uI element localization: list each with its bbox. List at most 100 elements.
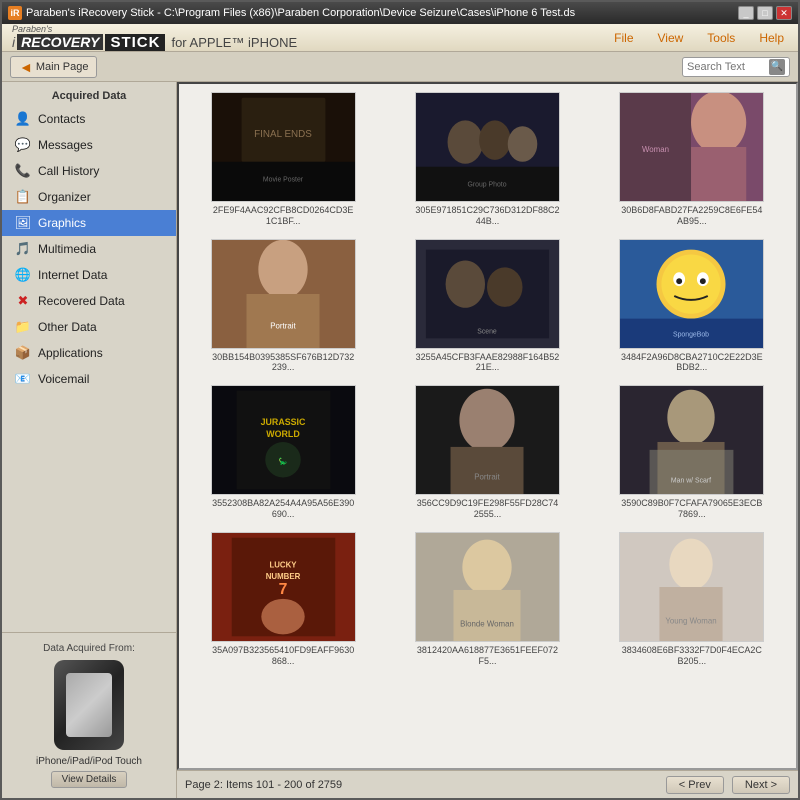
image-svg-11: Blonde Woman	[416, 532, 559, 642]
image-thumb-1[interactable]: FINAL ENDS Movie Poster	[211, 92, 356, 202]
svg-text:Portrait: Portrait	[474, 473, 500, 482]
svg-text:LUCKY: LUCKY	[269, 560, 297, 569]
back-label: Main Page	[36, 61, 89, 73]
search-box: 🔍	[682, 57, 790, 77]
sidebar-item-messages[interactable]: 💬 Messages	[2, 132, 176, 158]
image-thumb-8[interactable]: Portrait	[415, 385, 560, 495]
image-svg-6: SpongeBob	[620, 239, 763, 349]
image-filename-2: 305E971851C29C736D312DF88C244B...	[415, 205, 560, 227]
app-icon: iR	[8, 6, 22, 20]
image-cell-3: Woman 30B6D8FABD27FA2259C8E6FE54AB95...	[596, 92, 788, 227]
image-filename-10: 35A097B323565410FD9EAFF9630868...	[211, 645, 356, 667]
contacts-icon: 👤	[14, 110, 32, 128]
sidebar-multimedia-label: Multimedia	[38, 242, 96, 256]
image-grid-container[interactable]: FINAL ENDS Movie Poster 2FE9F4AAC92CFB8C…	[177, 82, 798, 770]
close-button[interactable]: ✕	[776, 6, 792, 20]
svg-text:FINAL ENDS: FINAL ENDS	[254, 129, 312, 140]
image-thumb-4[interactable]: Portrait	[211, 239, 356, 349]
content-panel: FINAL ENDS Movie Poster 2FE9F4AAC92CFB8C…	[177, 82, 798, 798]
device-section: Data Acquired From: iPhone/iPad/iPod Tou…	[2, 632, 176, 798]
image-cell-12: Young Woman 3834608E6BF3332F7D0F4ECA2CB2…	[596, 532, 788, 667]
title-bar-left: iR Paraben's iRecovery Stick - C:\Progra…	[8, 6, 575, 20]
image-filename-4: 30BB154B0395385SF676B12D732239...	[211, 352, 356, 374]
image-thumb-7[interactable]: JURASSIC WORLD 🦕	[211, 385, 356, 495]
page-info: Page 2: Items 101 - 200 of 2759	[185, 779, 658, 791]
maximize-button[interactable]: □	[757, 6, 773, 20]
image-thumb-10[interactable]: LUCKY NUMBER 7	[211, 532, 356, 642]
other-icon: 📁	[14, 318, 32, 336]
search-button[interactable]: 🔍	[769, 59, 785, 75]
sidebar-graphics-label: Graphics	[38, 216, 86, 230]
image-grid: FINAL ENDS Movie Poster 2FE9F4AAC92CFB8C…	[187, 92, 788, 666]
brand-stick-text: STICK	[105, 34, 165, 51]
sidebar-item-graphics[interactable]: 🖼 Graphics	[2, 210, 176, 236]
device-screen	[66, 673, 112, 737]
image-thumb-6[interactable]: SpongeBob	[619, 239, 764, 349]
messages-icon: 💬	[14, 136, 32, 154]
prev-button[interactable]: < Prev	[666, 776, 724, 794]
sidebar-item-multimedia[interactable]: 🎵 Multimedia	[2, 236, 176, 262]
sidebar-other-label: Other Data	[38, 320, 97, 334]
image-filename-7: 3552308BA82A254A4A95A56E390690...	[211, 498, 356, 520]
menu-view[interactable]: View	[654, 29, 688, 47]
image-cell-7: JURASSIC WORLD 🦕 3552308BA82A254A4A95A56…	[187, 385, 379, 520]
device-label: iPhone/iPad/iPod Touch	[12, 756, 166, 767]
image-svg-4: Portrait	[212, 239, 355, 349]
svg-text:Movie Poster: Movie Poster	[263, 177, 304, 184]
internet-icon: 🌐	[14, 266, 32, 284]
window-title: Paraben's iRecovery Stick - C:\Program F…	[26, 7, 575, 19]
menu-items: File View Tools Help	[610, 29, 788, 47]
sidebar-applications-label: Applications	[38, 346, 103, 360]
svg-text:Young Woman: Young Woman	[666, 616, 717, 625]
sidebar-item-other-data[interactable]: 📁 Other Data	[2, 314, 176, 340]
menu-file[interactable]: File	[610, 29, 637, 47]
image-svg-2: Group Photo	[416, 92, 559, 202]
image-thumb-9[interactable]: Man w/ Scarf	[619, 385, 764, 495]
device-image	[54, 660, 124, 750]
image-thumb-11[interactable]: Blonde Woman	[415, 532, 560, 642]
sidebar-item-contacts[interactable]: 👤 Contacts	[2, 106, 176, 132]
image-thumb-12[interactable]: Young Woman	[619, 532, 764, 642]
image-cell-10: LUCKY NUMBER 7 35A097B323565410FD9EAFF96…	[187, 532, 379, 667]
image-cell-1: FINAL ENDS Movie Poster 2FE9F4AAC92CFB8C…	[187, 92, 379, 227]
menu-tools[interactable]: Tools	[703, 29, 739, 47]
sidebar-item-organizer[interactable]: 📋 Organizer	[2, 184, 176, 210]
sidebar-item-recovered-data[interactable]: ✖ Recovered Data	[2, 288, 176, 314]
image-filename-3: 30B6D8FABD27FA2259C8E6FE54AB95...	[619, 205, 764, 227]
image-cell-9: Man w/ Scarf 3590C89B0F7CFAFA79065E3ECB7…	[596, 385, 788, 520]
image-cell-8: Portrait 356CC9D9C19FE298F55FD28C742555.…	[391, 385, 583, 520]
sidebar-voicemail-label: Voicemail	[38, 372, 89, 386]
image-thumb-2[interactable]: Group Photo	[415, 92, 560, 202]
image-thumb-5[interactable]: Scene	[415, 239, 560, 349]
svg-text:Woman: Woman	[642, 145, 669, 154]
search-input[interactable]	[687, 61, 767, 73]
image-svg-7: JURASSIC WORLD 🦕	[212, 385, 355, 495]
menu-bar: Paraben's i RECOVERY STICK for APPLE™ iP…	[2, 24, 798, 52]
window-controls: _ □ ✕	[738, 6, 792, 20]
voicemail-icon: 📧	[14, 370, 32, 388]
image-thumb-3[interactable]: Woman	[619, 92, 764, 202]
device-title: Data Acquired From:	[12, 643, 166, 654]
image-svg-1: FINAL ENDS Movie Poster	[212, 92, 355, 202]
image-filename-8: 356CC9D9C19FE298F55FD28C742555...	[415, 498, 560, 520]
sidebar-item-call-history[interactable]: 📞 Call History	[2, 158, 176, 184]
svg-text:Man w/ Scarf: Man w/ Scarf	[671, 478, 711, 485]
minimize-button[interactable]: _	[738, 6, 754, 20]
multimedia-icon: 🎵	[14, 240, 32, 258]
sidebar-item-internet-data[interactable]: 🌐 Internet Data	[2, 262, 176, 288]
sidebar-item-voicemail[interactable]: 📧 Voicemail	[2, 366, 176, 392]
next-button[interactable]: Next >	[732, 776, 790, 794]
image-cell-11: Blonde Woman 3812420AA618877E3651FEEF072…	[391, 532, 583, 667]
svg-text:JURASSIC: JURASSIC	[260, 417, 305, 427]
svg-text:Group Photo: Group Photo	[467, 181, 506, 188]
sidebar-contacts-label: Contacts	[38, 112, 85, 126]
image-filename-1: 2FE9F4AAC92CFB8CD0264CD3E1C1BF...	[211, 205, 356, 227]
back-button[interactable]: ◄ Main Page	[10, 56, 97, 78]
view-details-button[interactable]: View Details	[51, 771, 128, 788]
sidebar-organizer-label: Organizer	[38, 190, 91, 204]
brand-paraben: Paraben's	[12, 25, 297, 34]
svg-text:WORLD: WORLD	[266, 429, 300, 439]
svg-text:🦕: 🦕	[278, 457, 287, 466]
sidebar-item-applications[interactable]: 📦 Applications	[2, 340, 176, 366]
menu-help[interactable]: Help	[755, 29, 788, 47]
